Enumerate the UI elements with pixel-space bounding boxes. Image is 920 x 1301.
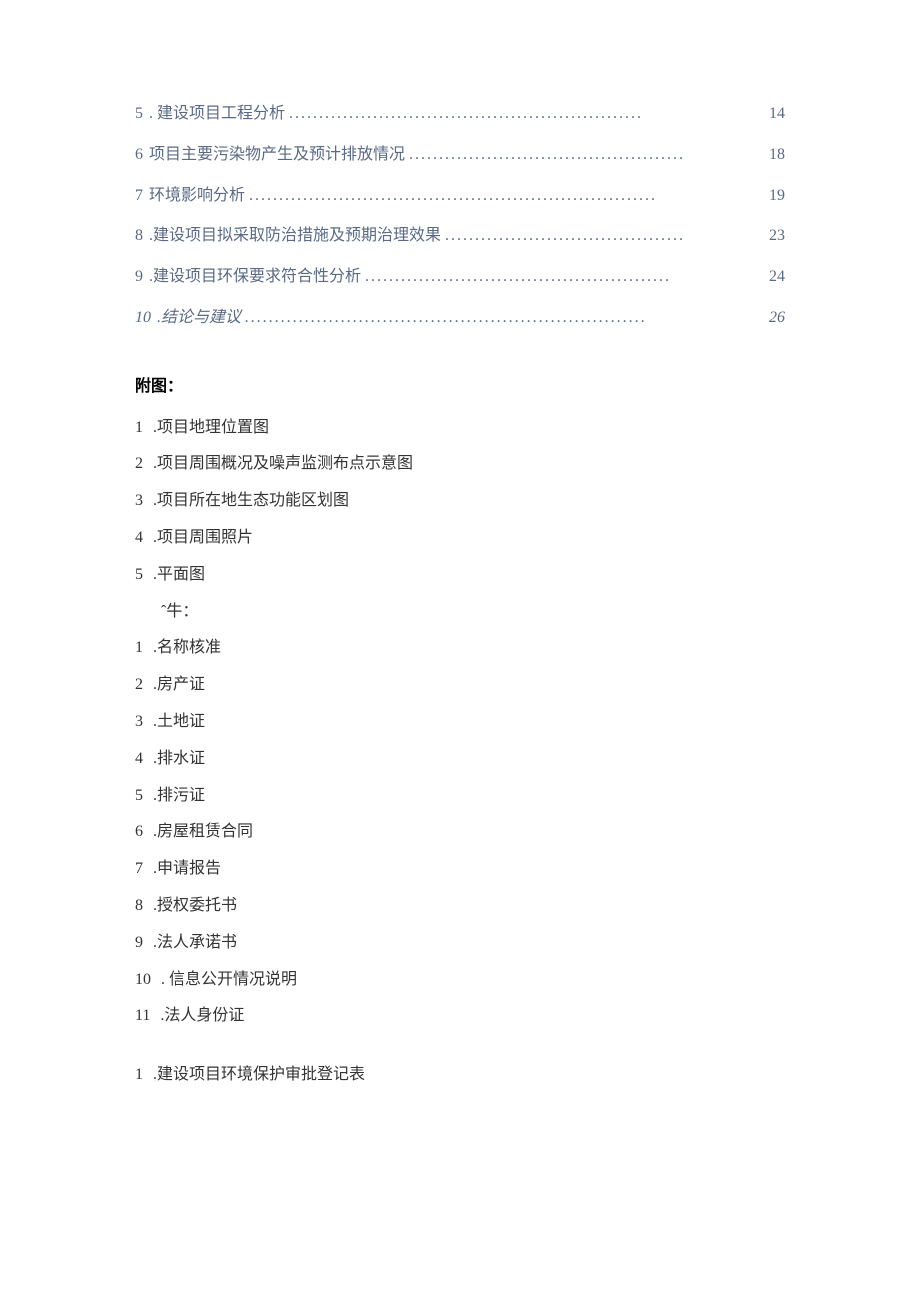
list-item: 1 .建设项目环境保护审批登记表: [135, 1061, 785, 1090]
toc-page: 23: [769, 222, 785, 251]
toc-section: 5 . 建设项目工程分析 ...........................…: [135, 100, 785, 333]
list-number: 5: [135, 561, 143, 590]
toc-number: 10: [135, 304, 151, 333]
toc-page: 14: [769, 100, 785, 129]
list-text: .项目地理位置图: [153, 414, 269, 443]
toc-title: .建设项目拟采取防治措施及预期治理效果: [149, 222, 441, 251]
list-number: 5: [135, 782, 143, 811]
toc-title: .建设项目环保要求符合性分析: [149, 263, 361, 292]
list-number: 2: [135, 450, 143, 479]
toc-item: 7 环境影响分析 ...............................…: [135, 182, 785, 211]
list-item: 10 . 信息公开情况说明: [135, 966, 785, 995]
toc-item: 6 项目主要污染物产生及预计排放情况 .....................…: [135, 141, 785, 170]
list-number: 7: [135, 855, 143, 884]
toc-title: 项目主要污染物产生及预计排放情况: [149, 141, 405, 170]
toc-dots: ........................................…: [361, 263, 769, 292]
list-item: 4 .项目周围照片: [135, 524, 785, 553]
toc-item: 9 .建设项目环保要求符合性分析 .......................…: [135, 263, 785, 292]
list-item: 4 .排水证: [135, 745, 785, 774]
list-number: 9: [135, 929, 143, 958]
list-text: .项目周围照片: [153, 524, 253, 553]
list-item: 11 .法人身份证: [135, 1002, 785, 1031]
list-text: .房产证: [153, 671, 205, 700]
list-item: 2 .项目周围概况及噪声监测布点示意图: [135, 450, 785, 479]
toc-page: 24: [769, 263, 785, 292]
list-item: 6 .房屋租赁合同: [135, 818, 785, 847]
toc-dots: ........................................…: [405, 141, 769, 170]
list-number: 3: [135, 487, 143, 516]
list-item: 7 .申请报告: [135, 855, 785, 884]
toc-dots: ........................................…: [245, 182, 769, 211]
list-item: 1 .项目地理位置图: [135, 414, 785, 443]
list-text: . 信息公开情况说明: [161, 966, 297, 995]
list-number: 1: [135, 414, 143, 443]
toc-title: . 建设项目工程分析: [149, 100, 285, 129]
list-text: .法人身份证: [160, 1002, 244, 1031]
list-item: 2 .房产证: [135, 671, 785, 700]
list-item: 5 .平面图: [135, 561, 785, 590]
toc-number: 6: [135, 141, 143, 170]
list-item: 1 .名称核准: [135, 634, 785, 663]
toc-page: 26: [769, 304, 785, 333]
toc-number: 7: [135, 182, 143, 211]
toc-number: 8: [135, 222, 143, 251]
toc-title: .结论与建议: [157, 304, 241, 333]
list-text: .法人承诺书: [153, 929, 237, 958]
list-number: 1: [135, 1061, 143, 1090]
list-text: .建设项目环境保护审批登记表: [153, 1061, 365, 1090]
list-item: 3 .项目所在地生态功能区划图: [135, 487, 785, 516]
toc-number: 5: [135, 100, 143, 129]
figures-list: 1 .项目地理位置图 2 .项目周围概况及噪声监测布点示意图 3 .项目所在地生…: [135, 414, 785, 590]
toc-item: 8 .建设项目拟采取防治措施及预期治理效果 ..................…: [135, 222, 785, 251]
list-item: 3 .土地证: [135, 708, 785, 737]
list-text: .房屋租赁合同: [153, 818, 253, 847]
list-number: 6: [135, 818, 143, 847]
list-number: 4: [135, 524, 143, 553]
toc-title: 环境影响分析: [149, 182, 245, 211]
toc-item: 10 .结论与建议 ..............................…: [135, 304, 785, 333]
list-item: 5 .排污证: [135, 782, 785, 811]
list-item: 8 .授权委托书: [135, 892, 785, 921]
appendix-list: 1 .建设项目环境保护审批登记表: [135, 1061, 785, 1090]
list-number: 10: [135, 966, 151, 995]
list-text: .项目所在地生态功能区划图: [153, 487, 349, 516]
toc-dots: ........................................…: [285, 100, 769, 129]
list-number: 11: [135, 1002, 150, 1031]
list-text: .土地证: [153, 708, 205, 737]
list-text: .排水证: [153, 745, 205, 774]
toc-dots: ........................................: [441, 222, 769, 251]
list-number: 1: [135, 634, 143, 663]
list-text: .申请报告: [153, 855, 221, 884]
list-text: .授权委托书: [153, 892, 237, 921]
attachments-list: 1 .名称核准 2 .房产证 3 .土地证 4 .排水证 5 .排污证 6 .房…: [135, 634, 785, 1031]
list-number: 8: [135, 892, 143, 921]
toc-number: 9: [135, 263, 143, 292]
list-text: .平面图: [153, 561, 205, 590]
list-number: 3: [135, 708, 143, 737]
list-text: .项目周围概况及噪声监测布点示意图: [153, 450, 413, 479]
attachments-heading: ˆ牛：: [161, 598, 785, 627]
toc-dots: ........................................…: [241, 304, 769, 333]
list-text: .名称核准: [153, 634, 221, 663]
list-number: 2: [135, 671, 143, 700]
list-number: 4: [135, 745, 143, 774]
toc-item: 5 . 建设项目工程分析 ...........................…: [135, 100, 785, 129]
list-item: 9 .法人承诺书: [135, 929, 785, 958]
toc-page: 19: [769, 182, 785, 211]
list-text: .排污证: [153, 782, 205, 811]
figures-heading: 附图：: [135, 373, 785, 402]
toc-page: 18: [769, 141, 785, 170]
